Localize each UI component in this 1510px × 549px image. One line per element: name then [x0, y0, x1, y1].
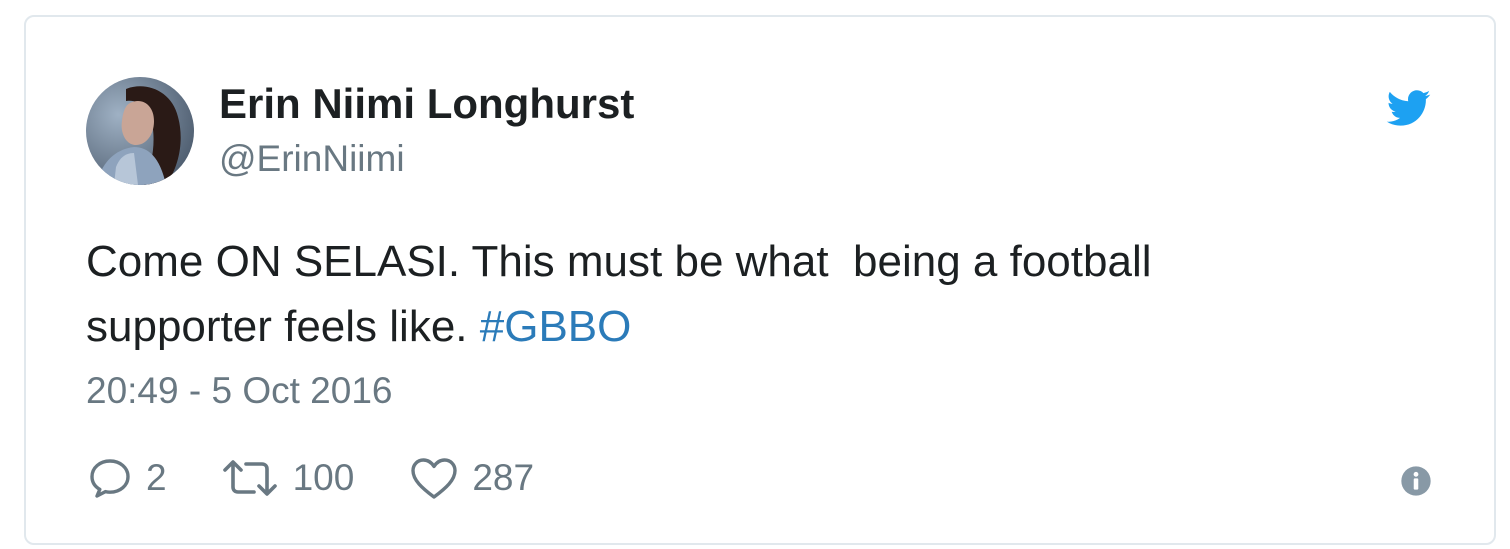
like-count: 287: [472, 457, 535, 498]
display-name[interactable]: Erin Niimi Longhurst: [219, 79, 634, 129]
user-handle[interactable]: @ErinNiimi: [219, 137, 405, 181]
reply-button[interactable]: 2: [86, 454, 167, 502]
tweet-text-line1: Come ON SELASI. This must be what being …: [86, 237, 1152, 286]
tweet-text: Come ON SELASI. This must be what being …: [86, 229, 1366, 359]
avatar[interactable]: [86, 77, 194, 185]
retweet-button[interactable]: 100: [219, 454, 355, 502]
timestamp[interactable]: 20:49 - 5 Oct 2016: [86, 369, 392, 413]
tweet-actions: 2 100 287: [86, 453, 534, 503]
retweet-icon: [219, 454, 281, 502]
twitter-bird-icon[interactable]: [1382, 85, 1434, 131]
tweet-card: Erin Niimi Longhurst @ErinNiimi Come ON …: [24, 15, 1496, 545]
like-button[interactable]: 287: [408, 454, 534, 502]
hashtag-link[interactable]: #GBBO: [480, 302, 632, 351]
reply-count: 2: [146, 457, 167, 498]
retweet-count: 100: [292, 457, 355, 498]
tweet-text-line2: supporter feels like.: [86, 302, 480, 351]
info-icon[interactable]: [1400, 465, 1432, 497]
heart-icon: [408, 454, 460, 502]
avatar-image: [86, 77, 194, 185]
reply-icon: [86, 454, 134, 502]
